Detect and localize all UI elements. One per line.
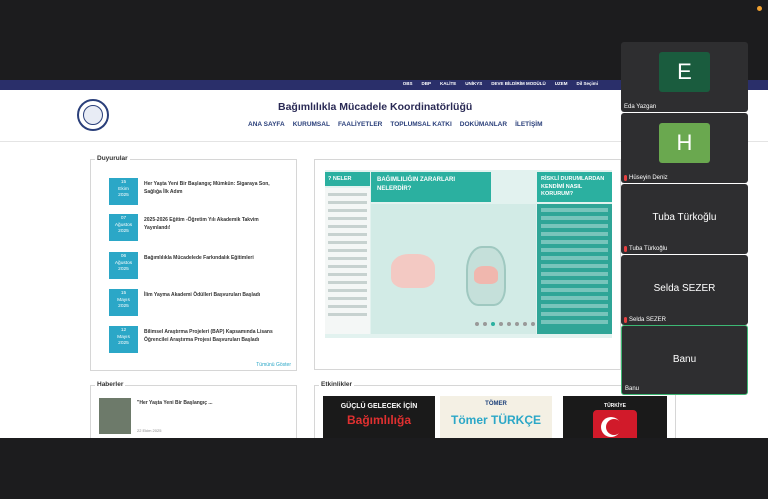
participant-display-name: Tuba Türkoğlu <box>652 212 717 223</box>
announcement-text: İlim Yayma Akademi Ödülleri Başvuruları … <box>144 292 261 298</box>
news-title: Haberler <box>95 381 126 388</box>
participant-tile[interactable]: E Eda Yazgan <box>621 42 748 112</box>
turkish-flag-icon <box>593 410 637 438</box>
participant-name: Banu <box>625 386 640 392</box>
topbar-link-obs[interactable]: OBS <box>403 81 413 86</box>
nav-corporate[interactable]: KURUMSAL <box>293 121 330 128</box>
participant-avatar: H <box>659 123 710 163</box>
announcement-item[interactable]: 15 Ekim 2025 Her Yaşta Yeni Bir Başlangıç … <box>109 178 289 206</box>
participant-name: Eda Yazgan <box>624 104 657 110</box>
participant-tile[interactable]: Tuba Türkoğlu Tuba Türkoğlu <box>621 184 748 254</box>
announcement-item[interactable]: 06 Ağustos 2025 Bağımlılıkla Mücadelede Fa… <box>109 252 289 280</box>
announcement-item[interactable]: 15 Mayıs 2025 İlim Yayma Akademi Ödülleri … <box>109 289 289 317</box>
announcements-panel: Duyurular 15 Ekim 2025 Her Yaşta Yeni Bir … <box>90 155 297 371</box>
announcement-date: 15 Mayıs 2025 <box>109 289 138 316</box>
topbar-link-module[interactable]: DEVE BİLDİRİM MODÜLÜ <box>491 81 546 86</box>
announcement-text: Her Yaşta Yeni Bir Başlangıç Mümkün: Sig… <box>144 181 270 195</box>
nav-home[interactable]: ANA SAYFA <box>248 121 285 128</box>
nav-social[interactable]: TOPLUMSAL KATKI <box>390 121 451 128</box>
nav-activities[interactable]: FAALİYETLER <box>338 121 382 128</box>
topbar-link-dbp[interactable]: DBP <box>421 81 431 86</box>
meeting-window: OBS DBP KALİTE UNİKYS DEVE BİLDİRİM MODÜ… <box>0 0 768 499</box>
topbar-link-unikys[interactable]: UNİKYS <box>465 81 482 86</box>
site-title: Bağımlılıkla Mücadele Koordinatörlüğü <box>278 101 473 113</box>
participant-name: Selda SEZER <box>624 317 666 323</box>
mic-off-icon <box>624 317 627 323</box>
university-logo-icon[interactable] <box>77 99 109 131</box>
infographic-slider[interactable]: ? NELER BAĞIMLILIĞIN ZARARLARI NELERDİR?… <box>314 159 621 370</box>
participant-display-name: Banu <box>672 354 697 365</box>
news-item-date: 22 Ekim 2025 <box>137 428 162 433</box>
participant-tile[interactable]: H Hüseyin Deniz <box>621 113 748 183</box>
participant-avatar: E <box>659 52 710 92</box>
recording-indicator-icon <box>757 6 762 11</box>
event-card[interactable]: TÜRKİYE <box>563 396 667 438</box>
participant-name: Hüseyin Deniz <box>624 175 668 181</box>
show-all-link[interactable]: Tümünü Göster <box>256 362 291 368</box>
infographic-right-heading: RİSKLİ DURUMLARDAN KENDİMİ NASIL KORURUM… <box>537 172 612 202</box>
news-thumbnail[interactable] <box>99 398 131 434</box>
topbar-link-uzem[interactable]: UZEM <box>555 81 568 86</box>
infographic-mid-heading: BAĞIMLILIĞIN ZARARLARI NELERDİR? <box>371 172 491 202</box>
site-nav: ANA SAYFA KURUMSAL FAALİYETLER TOPLUMSAL… <box>248 121 543 128</box>
slider-dots[interactable] <box>475 322 535 326</box>
event-card[interactable]: GÜÇLÜ GELECEK İÇİN Bağımlılığa <box>323 396 435 438</box>
participant-tile[interactable]: Selda SEZER Selda SEZER <box>621 255 748 325</box>
announcement-date: 15 Ekim 2025 <box>109 178 138 205</box>
announcement-item[interactable]: 07 Ağustos 2025 2025-2026 Eğitim -Öğretim … <box>109 214 289 242</box>
lungs-illustration-icon <box>474 266 498 284</box>
announcement-text: Bağımlılıkla Mücadelede Farkındalık Eğit… <box>144 255 254 261</box>
announcements-title: Duyurular <box>95 155 130 162</box>
participant-tile-active-speaker[interactable]: Banu Banu <box>621 325 748 395</box>
announcement-text: 2025-2026 Eğitim -Öğretim Yılı Akademik … <box>144 217 259 231</box>
mic-off-icon <box>624 175 627 181</box>
infographic-left-heading: ? NELER <box>325 172 370 186</box>
announcement-date: 12 Mayıs 2025 <box>109 326 138 353</box>
events-title: Etkinlikler <box>319 381 355 388</box>
infographic-image: ? NELER BAĞIMLILIĞIN ZARARLARI NELERDİR?… <box>325 170 612 338</box>
news-panel: Haberler "Her Yaşta Yeni Bir Başlangıç .… <box>90 381 297 438</box>
event-card[interactable]: TÖMER Tömer TÜRKÇE <box>440 396 552 438</box>
nav-contact[interactable]: İLETİŞİM <box>515 121 542 128</box>
news-item-title[interactable]: "Her Yaşta Yeni Bir Başlangıç ... <box>137 400 213 406</box>
participant-display-name: Selda SEZER <box>653 283 716 294</box>
topbar-link-kalite[interactable]: KALİTE <box>440 81 456 86</box>
participant-name: Tuba Türkoğlu <box>624 246 667 252</box>
mic-off-icon <box>624 246 627 252</box>
participant-tiles: E Eda Yazgan H Hüseyin Deniz Tuba Türkoğ… <box>621 42 748 396</box>
announcement-item[interactable]: 12 Mayıs 2025 Bilimsel Araştırma Projeleri… <box>109 326 289 354</box>
brain-illustration-icon <box>391 254 435 288</box>
announcement-date: 07 Ağustos 2025 <box>109 214 138 241</box>
nav-documents[interactable]: DOKÜMANLAR <box>460 121 507 128</box>
topbar-link-language[interactable]: Dil Seçimi <box>576 81 598 86</box>
announcement-text: Bilimsel Araştırma Projeleri (BAP) Kapsa… <box>144 329 273 343</box>
announcement-date: 06 Ağustos 2025 <box>109 252 138 279</box>
